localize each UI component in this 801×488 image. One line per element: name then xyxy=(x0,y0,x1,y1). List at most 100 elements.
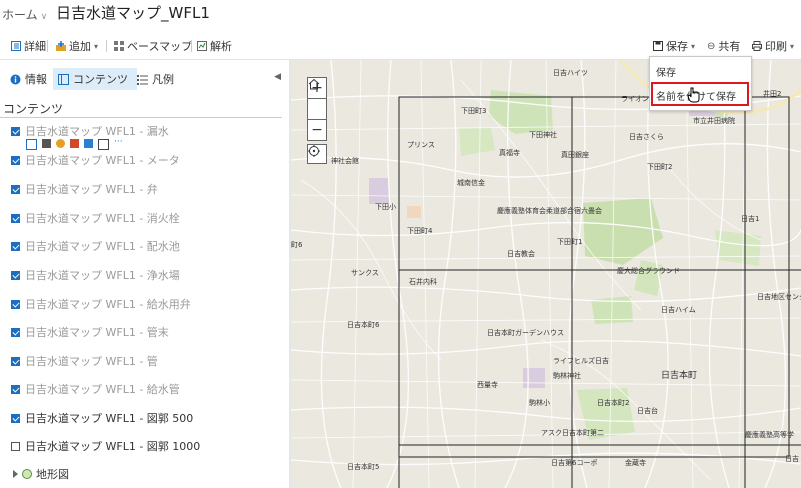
layer-item[interactable]: 日吉水道マップ WFL1 - メータ xyxy=(11,152,180,168)
collapse-panel-icon[interactable]: ◀ xyxy=(274,72,281,82)
attribute-table-icon[interactable] xyxy=(42,139,51,148)
add-button[interactable]: 追加 ▾ xyxy=(56,38,98,54)
layer-item[interactable]: 日吉水道マップ WFL1 - 漏水 xyxy=(11,123,169,139)
save-button[interactable]: 保存 ▾ xyxy=(653,38,695,54)
layer-label[interactable]: 日吉水道マップ WFL1 - 図郭 500 xyxy=(25,410,193,426)
filter-icon[interactable] xyxy=(70,139,79,148)
layer-item[interactable]: 日吉水道マップ WFL1 - 消火栓 xyxy=(11,210,180,226)
layer-visibility-checkbox[interactable] xyxy=(11,270,20,280)
layer-item[interactable]: 日吉水道マップ WFL1 - 給水用弁 xyxy=(11,296,191,312)
layer-item[interactable]: 日吉水道マップ WFL1 - 図郭 500 xyxy=(11,410,193,426)
layer-label[interactable]: 日吉水道マップ WFL1 - 給水管 xyxy=(25,381,180,397)
layer-visibility-checkbox[interactable] xyxy=(11,441,20,451)
info-icon xyxy=(10,74,21,84)
layer-label[interactable]: 日吉水道マップ WFL1 - 管末 xyxy=(25,324,169,340)
layer-visibility-checkbox[interactable] xyxy=(11,413,20,423)
table-icon[interactable] xyxy=(98,139,109,150)
map-label: 慶應義塾体育会柔道部合宿六畳会 xyxy=(497,207,602,215)
map-label: 石井内科 xyxy=(409,278,437,286)
map-label: ライフヒルズ日吉 xyxy=(553,357,609,365)
tab-info[interactable]: 情報 xyxy=(5,68,52,90)
basemap-grid-icon xyxy=(114,41,124,51)
layer-label[interactable]: 日吉水道マップ WFL1 - メータ xyxy=(25,152,180,168)
home-icon xyxy=(308,78,320,90)
analysis-tool-icon[interactable] xyxy=(84,139,93,148)
map-label: 真福寺 xyxy=(499,149,520,157)
layer-label[interactable]: 日吉水道マップ WFL1 - 配水池 xyxy=(25,238,180,254)
add-caret-icon: ▾ xyxy=(94,41,99,51)
print-button[interactable]: 印刷 ▾ xyxy=(752,38,794,54)
map-label: 町6 xyxy=(291,241,303,249)
divider xyxy=(0,117,282,118)
floppy-disk-icon xyxy=(653,41,663,51)
add-layer-icon xyxy=(56,41,66,51)
more-options-icon[interactable]: ··· xyxy=(114,138,126,148)
map-label: 下田町4 xyxy=(407,227,433,235)
change-style-icon[interactable] xyxy=(56,139,65,148)
locate-button[interactable] xyxy=(307,144,327,164)
map-label: 下田町3 xyxy=(461,107,487,115)
map-label: プリンス xyxy=(407,141,435,149)
contents-icon xyxy=(58,73,69,85)
layer-visibility-checkbox[interactable] xyxy=(11,327,20,337)
layer-label[interactable]: 日吉水道マップ WFL1 - 管 xyxy=(25,353,158,369)
print-label: 印刷 xyxy=(765,40,787,53)
layer-label[interactable]: 日吉水道マップ WFL1 - 漏水 xyxy=(25,123,169,139)
home-menu[interactable]: ホーム ∨ xyxy=(2,6,47,23)
layer-visibility-checkbox[interactable] xyxy=(11,184,20,194)
tab-contents[interactable]: コンテンツ xyxy=(53,68,137,90)
layer-item[interactable]: 日吉水道マップ WFL1 - 配水池 xyxy=(11,238,180,254)
share-button[interactable]: ⊖ 共有 xyxy=(707,38,740,54)
layer-label[interactable]: 日吉水道マップ WFL1 - 弁 xyxy=(25,181,158,197)
default-extent-button[interactable] xyxy=(308,78,326,120)
zoom-out-button[interactable]: − xyxy=(308,120,326,140)
map-label: 井田2 xyxy=(763,90,782,98)
layer-visibility-checkbox[interactable] xyxy=(11,155,20,165)
map-label: 下田小 xyxy=(375,203,396,211)
layer-visibility-checkbox[interactable] xyxy=(11,213,20,223)
basemap-layer-label: 地形図 xyxy=(36,468,69,481)
map-view[interactable]: 日吉ハイツ ライオンズ 井田2 市立井田病院 下田町3 下田神社 日吉さくら プリンス 真福寺真… xyxy=(291,60,801,488)
map-label: 日吉さくら xyxy=(629,133,664,141)
basemap-label: ベースマップ xyxy=(127,40,193,53)
home-label[interactable]: ホーム xyxy=(2,8,38,22)
layer-visibility-checkbox[interactable] xyxy=(11,356,20,366)
layer-visibility-checkbox[interactable] xyxy=(11,299,20,309)
analysis-button[interactable]: 解析 xyxy=(197,38,232,54)
chevron-down-icon[interactable]: ∨ xyxy=(41,12,48,22)
details-button[interactable]: 詳細 xyxy=(11,38,46,54)
expand-icon[interactable] xyxy=(13,470,18,478)
toolbar-divider xyxy=(47,40,48,52)
print-caret-icon: ▾ xyxy=(790,41,795,51)
show-table-icon[interactable] xyxy=(26,139,37,150)
share-label: 共有 xyxy=(718,40,741,53)
layer-item[interactable]: 日吉水道マップ WFL1 - 図郭 1000 xyxy=(11,438,200,454)
map-label: 下田神社 xyxy=(529,131,557,139)
menu-item-save[interactable]: 保存 xyxy=(656,64,676,79)
basemap-button[interactable]: ベースマップ xyxy=(114,38,192,54)
layer-visibility-checkbox[interactable] xyxy=(11,384,20,394)
layer-label[interactable]: 日吉水道マップ WFL1 - 図郭 1000 xyxy=(25,438,200,454)
top-bar: ホーム ∨ 日吉水道マップ_WFL1 xyxy=(0,0,801,30)
tab-legend[interactable]: 凡例 xyxy=(132,68,179,90)
map-label: 慶應義塾高等学 xyxy=(745,431,794,439)
save-caret-icon: ▾ xyxy=(691,41,696,51)
layer-label[interactable]: 日吉水道マップ WFL1 - 浄水場 xyxy=(25,267,180,283)
map-label: 城南信金 xyxy=(457,179,485,187)
layer-item[interactable]: 日吉水道マップ WFL1 - 給水管 xyxy=(11,381,180,397)
layer-label[interactable]: 日吉水道マップ WFL1 - 給水用弁 xyxy=(25,296,191,312)
map-label: 日吉ハイツ xyxy=(553,69,588,77)
layer-visibility-checkbox[interactable] xyxy=(11,241,20,251)
analysis-icon xyxy=(197,41,207,51)
add-label: 追加 xyxy=(69,40,91,53)
layer-item[interactable]: 日吉水道マップ WFL1 - 管 xyxy=(11,353,158,369)
basemap-layer[interactable]: 地形図 xyxy=(13,466,69,482)
toolbar-divider xyxy=(191,40,192,52)
layer-item[interactable]: 日吉水道マップ WFL1 - 浄水場 xyxy=(11,267,180,283)
layer-visibility-checkbox[interactable] xyxy=(11,126,20,136)
layer-item[interactable]: 日吉水道マップ WFL1 - 管末 xyxy=(11,324,169,340)
tab-contents-label: コンテンツ xyxy=(73,73,128,86)
map-label: 市立井田病院 xyxy=(693,117,735,125)
layer-item[interactable]: 日吉水道マップ WFL1 - 弁 xyxy=(11,181,158,197)
layer-label[interactable]: 日吉水道マップ WFL1 - 消火栓 xyxy=(25,210,180,226)
